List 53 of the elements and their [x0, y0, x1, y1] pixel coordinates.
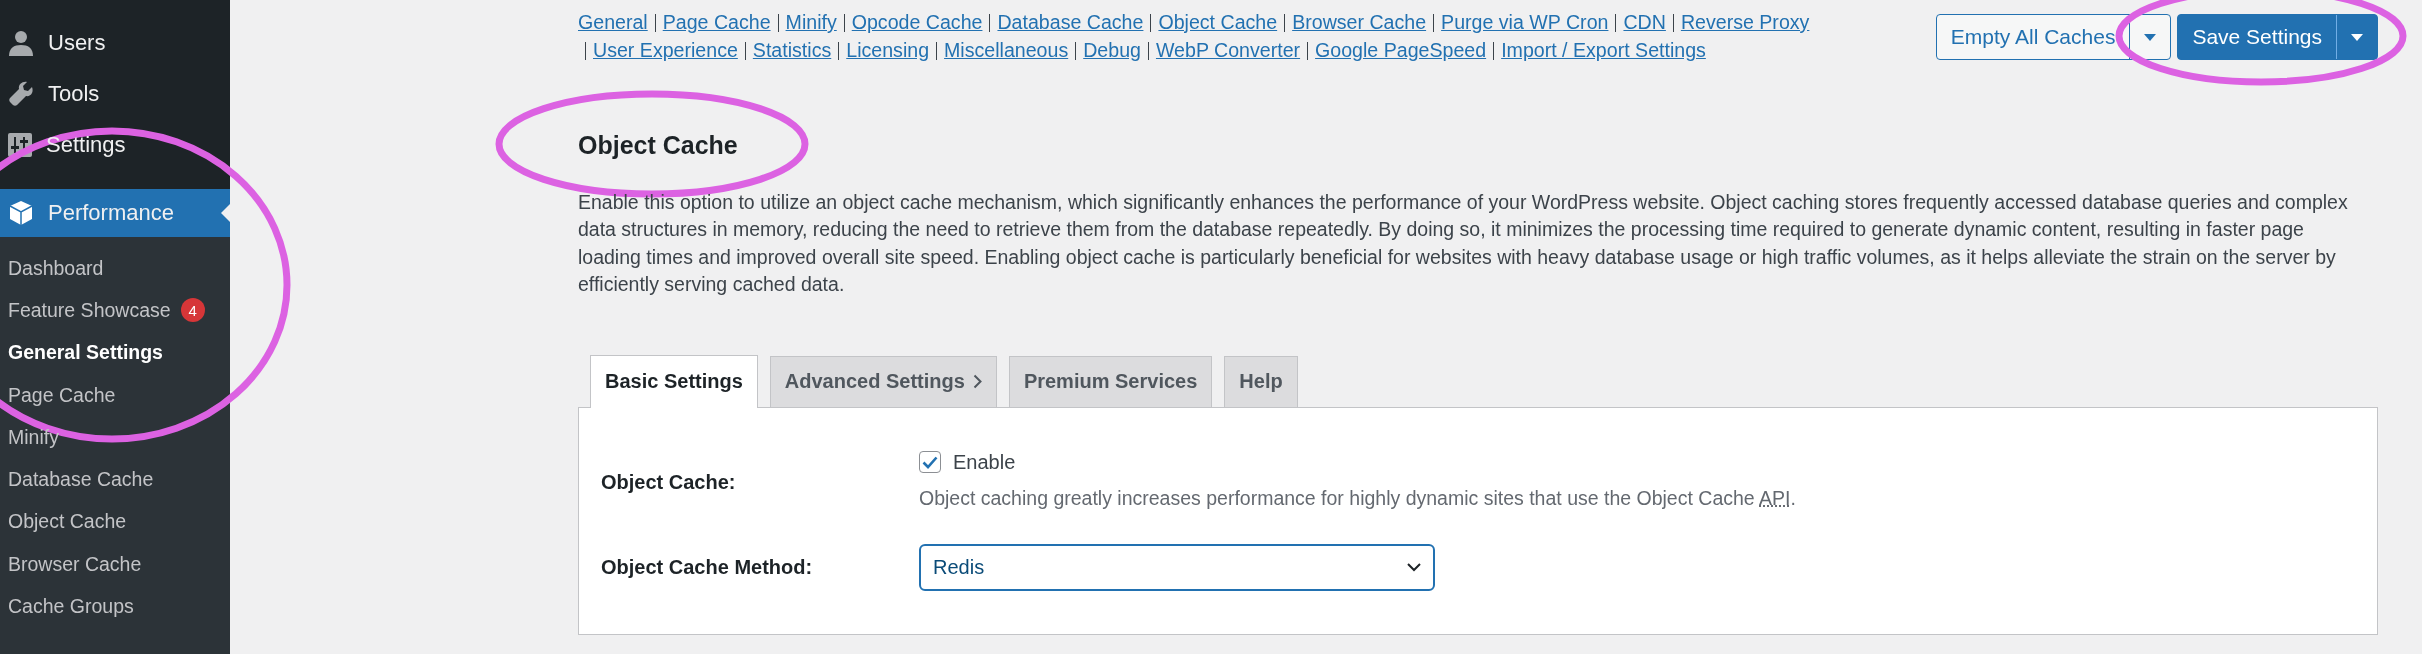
nav-link[interactable]: CDN: [1623, 11, 1666, 33]
submenu-item[interactable]: Minify: [0, 416, 230, 459]
submenu-item[interactable]: Cache Groups: [0, 585, 230, 628]
help-text: Object caching greatly increases performance for highly dynamic sites that use the Object Cache API.: [919, 486, 1796, 510]
count-badge: 4: [180, 298, 205, 323]
nav-link[interactable]: Database Cache: [997, 11, 1144, 33]
wrench-icon: [8, 80, 34, 107]
nav-link[interactable]: Statistics: [752, 39, 832, 61]
chevron-down-icon: [1407, 562, 1421, 572]
nav-link[interactable]: Import / Export Settings: [1501, 39, 1706, 61]
nav-link[interactable]: Reverse Proxy: [1680, 11, 1810, 33]
sidebar-menu-item[interactable]: Performance: [0, 189, 230, 237]
nav-link[interactable]: User Experience: [593, 39, 738, 61]
nav-link[interactable]: Google PageSpeed: [1315, 39, 1487, 61]
caret-icon: [2351, 33, 2363, 41]
select-field[interactable]: Redis: [919, 543, 1435, 591]
sidebar-menu-item[interactable]: Users: [0, 17, 230, 68]
nav-link[interactable]: Purge via WP Cron: [1441, 11, 1609, 33]
action-button[interactable]: Empty All Caches: [1936, 15, 2130, 59]
nav-link[interactable]: General: [578, 11, 648, 33]
checkbox-label: Enable: [953, 450, 1016, 474]
nav-link[interactable]: Object Cache: [1158, 11, 1278, 33]
setting-label: Object Cache:: [601, 470, 737, 494]
nav-link[interactable]: Licensing: [846, 39, 930, 61]
submenu-item[interactable]: Browser Cache: [0, 543, 230, 586]
caret-icon: [2144, 33, 2157, 41]
page-title: Object Cache: [578, 130, 739, 161]
submenu-item[interactable]: General Settings: [0, 331, 230, 374]
checkbox[interactable]: [919, 451, 941, 474]
action-button[interactable]: Save Settings: [2178, 15, 2336, 59]
setting-label: Object Cache Method:: [601, 555, 814, 579]
cube-icon: [8, 200, 34, 226]
sidebar-menu-item[interactable]: Settings: [0, 119, 230, 170]
nav-link[interactable]: Debug: [1083, 39, 1141, 61]
settings-tab[interactable]: Premium Services: [1008, 355, 1213, 407]
settings-tab[interactable]: Help: [1224, 355, 1298, 407]
nav-link[interactable]: Browser Cache: [1292, 11, 1427, 33]
nav-link[interactable]: Miscellaneous: [944, 39, 1069, 61]
submenu-item[interactable]: Object Cache: [0, 500, 230, 544]
submenu-item[interactable]: Dashboard: [0, 247, 230, 290]
settings-tab[interactable]: Advanced Settings: [769, 355, 997, 407]
submenu-item[interactable]: Database Cache: [0, 458, 230, 501]
settings-tab[interactable]: Basic Settings: [590, 354, 758, 408]
nav-link[interactable]: Page Cache: [662, 11, 771, 33]
submenu-item[interactable]: Page Cache: [0, 373, 230, 417]
nav-link[interactable]: WebP Converter: [1155, 39, 1301, 61]
nav-link[interactable]: Minify: [785, 11, 837, 33]
page-description: Enable this option to utilize an object cache mechanism, which significantly enhances the performance of your WordPress website. Object caching stores frequently accessed database queries and complex data structures in memory, reducing the need to retrieve them from the database repeatedly. By doing so, it minimizes the processing time required to generate dynamic content, resulting in faster page loading times and improved overall site speed. Enabling object cache is particularly beneficial for websites with heavy database usage or high traffic volumes, as it helps alleviate the strain on the server by efficiently serving cached data.: [578, 190, 2349, 298]
submenu-item[interactable]: Feature Showcase 4: [0, 289, 230, 332]
nav-link[interactable]: Opcode Cache: [851, 11, 983, 33]
user-icon: [8, 29, 34, 56]
sidebar-menu-item[interactable]: Tools: [0, 68, 230, 119]
submenu-label: Feature Showcase: [8, 298, 171, 322]
